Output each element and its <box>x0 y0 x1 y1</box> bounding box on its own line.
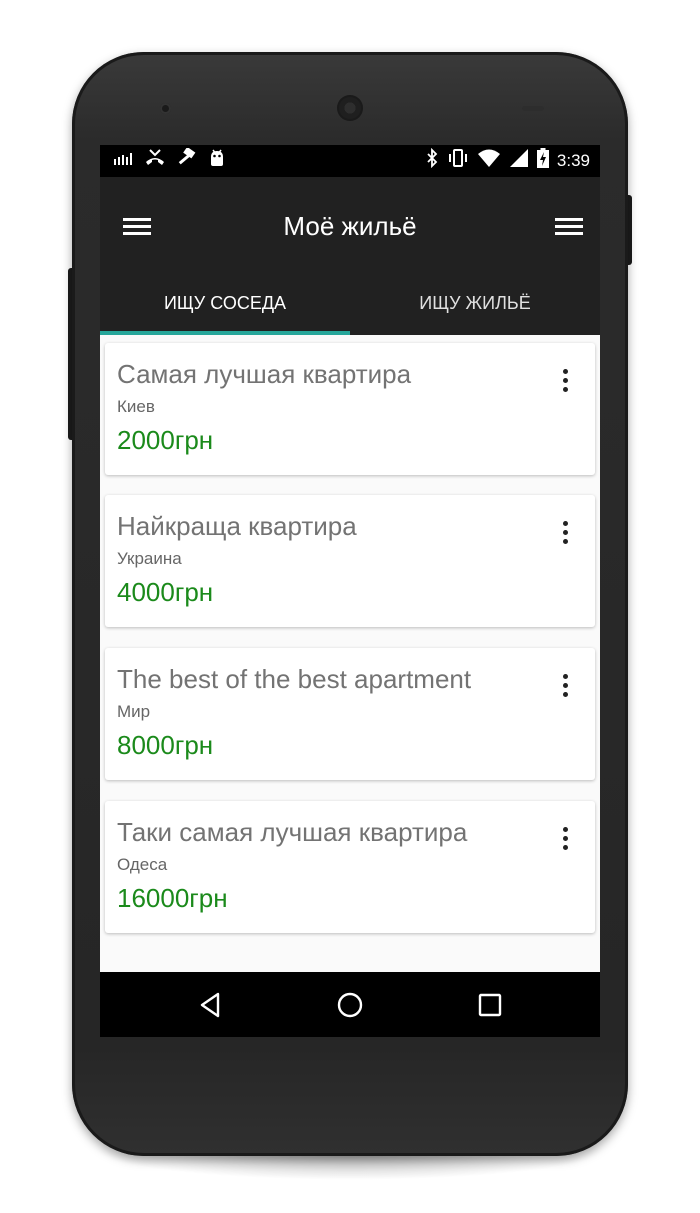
app-bar: Моё жильё ИЩУ СОСЕДА ИЩУ ЖИЛЬЁ <box>100 177 600 335</box>
more-vert-icon[interactable] <box>555 674 575 704</box>
screen: 3:39 Моё жильё ИЩУ СОСЕДА ИЩУ ЖИЛЬЁ Сама… <box>100 145 600 1037</box>
wifi-icon <box>477 148 501 175</box>
listing-list: Самая лучшая квартира Киев 2000грн Найкр… <box>100 335 600 972</box>
more-vert-icon[interactable] <box>555 369 575 399</box>
recents-icon[interactable] <box>475 990 505 1020</box>
status-bar: 3:39 <box>100 145 600 177</box>
listing-price: 8000грн <box>117 730 214 760</box>
tab-looking-for-roommate[interactable]: ИЩУ СОСЕДА <box>100 281 350 335</box>
cell-signal-icon <box>509 148 529 175</box>
android-icon <box>208 148 226 175</box>
home-icon[interactable] <box>335 990 365 1020</box>
hammer-icon <box>176 146 198 175</box>
listing-city: Одеса <box>117 855 168 874</box>
listing-city: Украина <box>117 549 182 568</box>
listing-title: Таки самая лучшая квартира <box>117 817 468 847</box>
listing-title: Найкраща квартира <box>117 511 357 541</box>
back-icon[interactable] <box>196 990 226 1020</box>
listing-price: 4000грн <box>117 577 214 607</box>
missed-call-icon <box>144 148 166 175</box>
bluetooth-icon <box>425 147 439 175</box>
more-vert-icon[interactable] <box>555 827 575 857</box>
listing-card[interactable]: Таки самая лучшая квартира Одеса 16000гр… <box>105 801 595 933</box>
vibrate-icon <box>447 148 469 175</box>
battery-charging-icon <box>536 147 549 175</box>
page-title: Моё жильё <box>283 211 417 241</box>
menu-icon-right[interactable] <box>552 215 586 241</box>
tab-looking-for-housing[interactable]: ИЩУ ЖИЛЬЁ <box>350 281 600 335</box>
listing-title: The best of the best apartment <box>117 664 472 694</box>
listing-city: Киев <box>117 397 155 416</box>
status-time: 3:39 <box>556 151 590 170</box>
more-vert-icon[interactable] <box>555 521 575 551</box>
listing-city: Мир <box>117 702 151 721</box>
listing-card[interactable]: Найкраща квартира Украина 4000грн <box>105 495 595 627</box>
signal-bars-icon <box>114 150 134 172</box>
navigation-bar <box>100 972 600 1037</box>
proximity-sensor <box>522 106 544 111</box>
listing-price: 16000грн <box>117 883 228 913</box>
tab-bar: ИЩУ СОСЕДА ИЩУ ЖИЛЬЁ <box>100 281 600 335</box>
listing-title: Самая лучшая квартира <box>117 359 412 389</box>
front-camera <box>160 103 171 114</box>
earpiece-speaker <box>337 95 363 121</box>
listing-price: 2000грн <box>117 425 214 455</box>
listing-card[interactable]: The best of the best apartment Мир 8000г… <box>105 648 595 780</box>
listing-card[interactable]: Самая лучшая квартира Киев 2000грн <box>105 343 595 475</box>
